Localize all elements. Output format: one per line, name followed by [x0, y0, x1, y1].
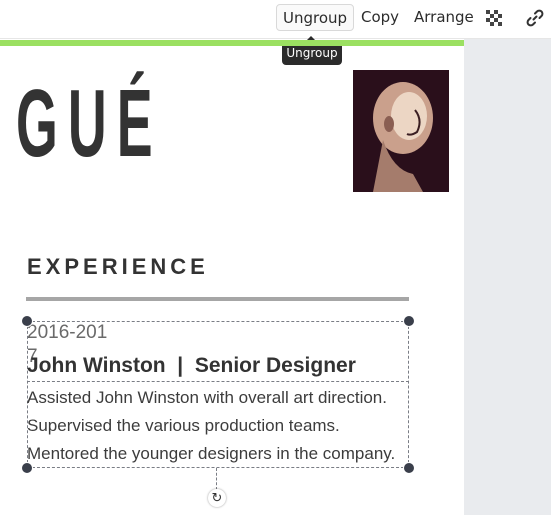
description-line: Assisted John Winston with overall art d… — [27, 388, 387, 407]
description-line: Mentored the younger designers in the co… — [27, 444, 396, 463]
experience-title[interactable]: John Winston | Senior Designer — [27, 354, 356, 378]
copy-button[interactable]: Copy — [355, 4, 405, 31]
section-divider — [26, 297, 409, 301]
profile-photo[interactable] — [353, 70, 449, 192]
canvas-gutter — [464, 38, 551, 515]
section-title-experience[interactable]: EXPERIENCE — [27, 254, 209, 280]
arrange-button[interactable]: Arrange — [408, 4, 480, 31]
resize-handle-top-left[interactable] — [21, 315, 33, 327]
name-heading[interactable]: GUÉ — [16, 76, 163, 172]
accent-bar — [0, 40, 464, 46]
resize-handle-bottom-right[interactable] — [403, 462, 415, 474]
rotate-icon[interactable]: ↻ — [208, 489, 226, 507]
toolbar: Ungroup Copy Arrange — [0, 0, 551, 39]
description-line: Supervised the various production teams. — [27, 416, 340, 435]
resize-handle-top-right[interactable] — [403, 315, 415, 327]
experience-description[interactable]: Assisted John Winston with overall art d… — [27, 384, 417, 468]
transparency-icon[interactable] — [486, 10, 502, 26]
link-icon[interactable] — [525, 8, 545, 28]
resize-handle-bottom-left[interactable] — [21, 462, 33, 474]
ungroup-button[interactable]: Ungroup — [276, 4, 355, 31]
rotate-connector — [216, 468, 217, 490]
